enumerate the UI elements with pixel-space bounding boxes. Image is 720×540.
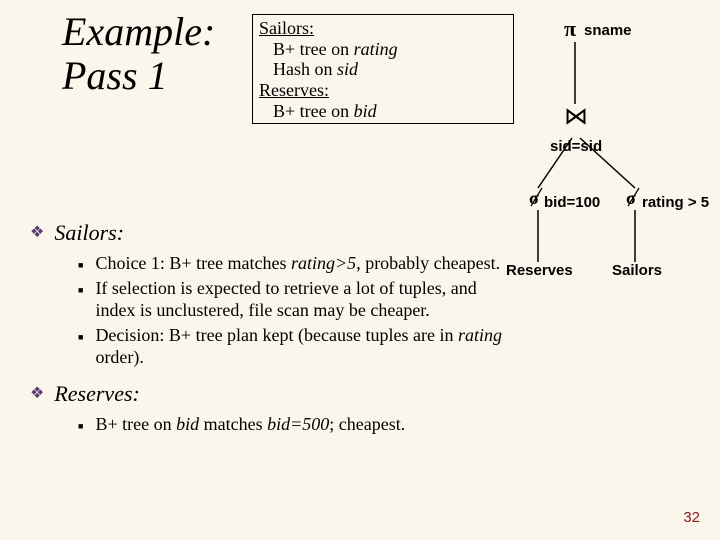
tree-sname: sname (584, 22, 632, 39)
list-item: ■ Choice 1: B+ tree matches rating>5, pr… (78, 252, 510, 275)
indexes-reserves-hd: Reserves: (259, 80, 507, 101)
tree-sidsid: sid=sid (550, 138, 602, 155)
sailors-heading: Sailors: (54, 220, 124, 246)
slide-title: Example: Pass 1 (62, 10, 215, 98)
square-bullet-icon: ■ (78, 421, 83, 431)
indexes-box: Sailors: B+ tree on rating Hash on sid R… (252, 14, 514, 124)
indexes-sailors-2: Hash on sid (259, 59, 507, 80)
sigma-right-icon: σ (626, 188, 636, 209)
list-item: ■ Decision: B+ tree plan kept (because t… (78, 324, 510, 369)
section-reserves: ❖ Reserves: (30, 381, 510, 407)
tree-bid100: bid=100 (544, 194, 600, 211)
reserves-sublist: ■ B+ tree on bid matches bid=500; cheape… (78, 413, 510, 436)
join-icon: ⋈ (564, 102, 588, 131)
title-line2: Pass 1 (62, 53, 168, 98)
reserves-heading: Reserves: (54, 381, 140, 407)
tree-lines-icon (520, 10, 720, 300)
diamond-bullet-icon: ❖ (30, 220, 44, 246)
indexes-reserves-1: B+ tree on bid (259, 101, 507, 122)
query-tree: π sname ⋈ sid=sid σ σ bid=100 rating > 5… (520, 10, 720, 300)
diamond-bullet-icon: ❖ (30, 381, 44, 407)
tree-rating5: rating > 5 (642, 194, 709, 211)
page-number: 32 (683, 509, 700, 526)
body-content: ❖ Sailors: ■ Choice 1: B+ tree matches r… (30, 212, 510, 437)
tree-reserves: Reserves (506, 262, 573, 279)
list-item: ■ B+ tree on bid matches bid=500; cheape… (78, 413, 510, 436)
square-bullet-icon: ■ (78, 260, 83, 270)
tree-sailors: Sailors (612, 262, 662, 279)
pi-icon: π (564, 16, 576, 42)
list-item: ■ If selection is expected to retrieve a… (78, 277, 510, 322)
indexes-sailors-1: B+ tree on rating (259, 39, 507, 60)
square-bullet-icon: ■ (78, 332, 83, 342)
indexes-sailors-hd: Sailors: (259, 18, 507, 39)
title-line1: Example: (62, 9, 215, 54)
square-bullet-icon: ■ (78, 285, 83, 295)
sailors-sublist: ■ Choice 1: B+ tree matches rating>5, pr… (78, 252, 510, 369)
sigma-left-icon: σ (529, 188, 539, 209)
section-sailors: ❖ Sailors: (30, 220, 510, 246)
